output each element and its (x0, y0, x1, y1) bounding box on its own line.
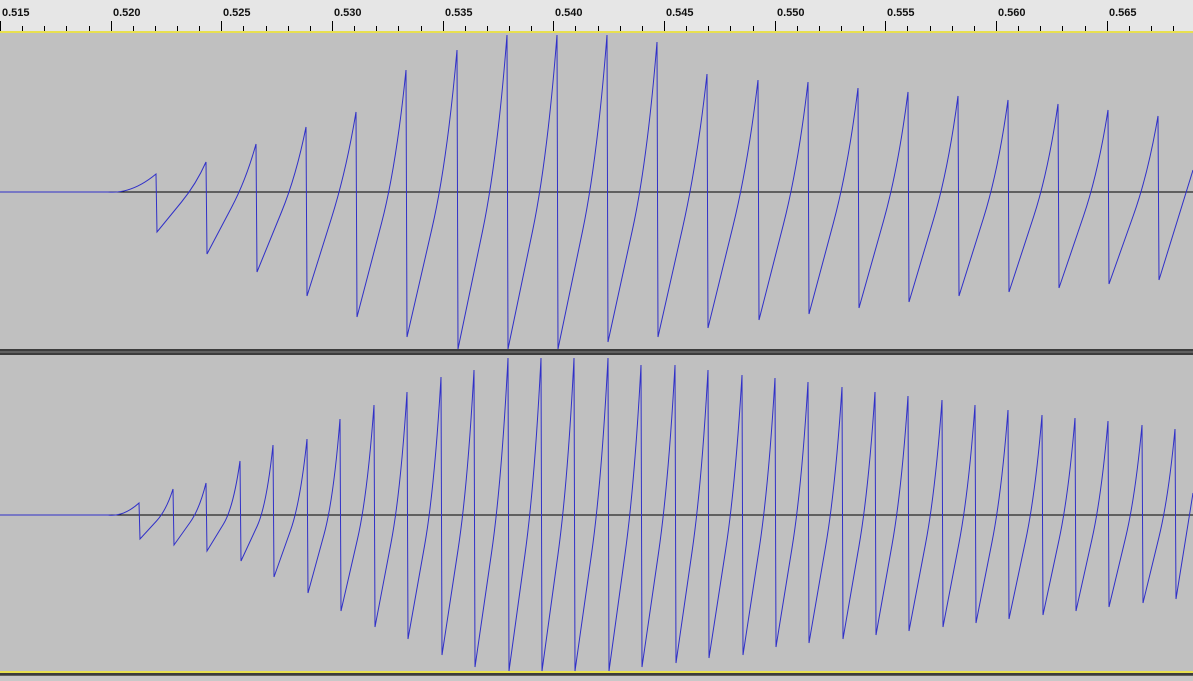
waveform-display[interactable] (0, 0, 1193, 681)
